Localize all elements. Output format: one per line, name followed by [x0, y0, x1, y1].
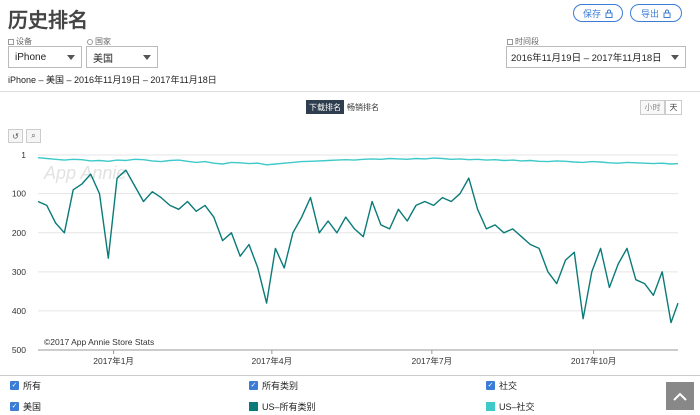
- series-line: [37, 157, 679, 166]
- legend-us-social[interactable]: US–社交: [486, 400, 535, 413]
- chevron-down-icon: [143, 55, 151, 60]
- page-title: 历史排名: [8, 10, 88, 32]
- chart-series: [37, 157, 679, 324]
- period-select[interactable]: 2016年11月19日 – 2017年11月18日: [506, 46, 686, 68]
- x-tick-label: 2017年10月: [571, 356, 616, 366]
- copyright: ©2017 App Annie Store Stats: [44, 337, 154, 347]
- x-tick-label: 2017年7月: [412, 356, 453, 366]
- y-tick-label: 200: [12, 228, 26, 238]
- divider: [0, 91, 700, 92]
- device-select[interactable]: iPhone: [8, 46, 82, 68]
- x-tick-label: 2017年4月: [252, 356, 293, 366]
- reset-zoom-button[interactable]: ↺: [8, 129, 23, 143]
- legend-divider: [0, 375, 700, 376]
- legend-us-all[interactable]: US–所有类别: [249, 400, 316, 413]
- checkbox-icon: ✓: [486, 381, 495, 390]
- device-icon: [8, 38, 14, 45]
- chevron-down-icon: [671, 55, 679, 60]
- export-label: 导出: [640, 8, 659, 19]
- legend-us[interactable]: ✓ 美国: [10, 400, 41, 413]
- country-select[interactable]: 美国: [86, 46, 158, 68]
- granularity-hour[interactable]: 小时: [640, 100, 665, 115]
- legend-social[interactable]: ✓ 社交: [486, 379, 517, 392]
- undo-icon: ↺: [12, 131, 19, 141]
- scroll-top-button[interactable]: [666, 382, 694, 410]
- granularity-day[interactable]: 天: [665, 100, 682, 115]
- series-swatch: [486, 402, 495, 411]
- rank-chart: App Annie ©2017 App Annie Store Stats 11…: [12, 150, 679, 366]
- legend-all[interactable]: ✓ 所有: [10, 379, 41, 392]
- y-tick-label: 100: [12, 189, 26, 199]
- y-tick-label: 1: [21, 150, 26, 160]
- checkbox-icon: ✓: [10, 381, 19, 390]
- chevron-down-icon: [67, 55, 75, 60]
- y-tick-label: 400: [12, 306, 26, 316]
- zoom-button[interactable]: ⌕: [26, 129, 41, 143]
- checkbox-icon: ✓: [10, 402, 19, 411]
- lock-icon: [663, 9, 671, 18]
- lock-icon: [605, 9, 613, 18]
- tab-grossing[interactable]: 畅销排名: [344, 100, 382, 114]
- save-button[interactable]: 保存: [573, 4, 623, 22]
- x-tick-label: 2017年1月: [93, 356, 134, 366]
- chart-subtitle: iPhone – 美国 – 2016年11月19日 – 2017年11月18日: [8, 75, 217, 85]
- save-label: 保存: [582, 8, 601, 19]
- export-button[interactable]: 导出: [630, 4, 682, 22]
- legend-all-categories[interactable]: ✓ 所有类别: [249, 379, 298, 392]
- series-line: [37, 169, 679, 324]
- y-tick-label: 500: [12, 345, 26, 355]
- tab-downloads[interactable]: 下载排名: [306, 100, 344, 114]
- zoom-icon: ⌕: [31, 131, 36, 140]
- y-tick-label: 300: [12, 267, 26, 277]
- globe-icon: [87, 38, 93, 45]
- calendar-icon: [507, 38, 513, 45]
- chevron-up-icon: [673, 392, 687, 401]
- series-swatch: [249, 402, 258, 411]
- checkbox-icon: ✓: [249, 381, 258, 390]
